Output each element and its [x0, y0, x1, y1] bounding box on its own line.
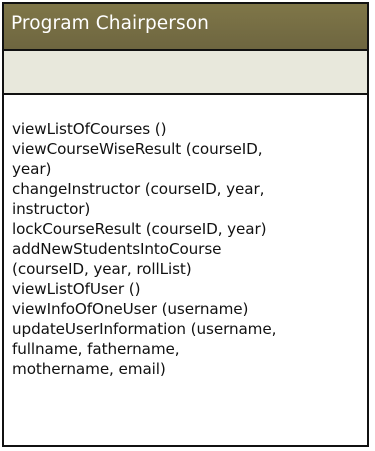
operation-line: lockCourseResult (courseID, year) — [12, 220, 267, 238]
operation-line: viewListOfCourses () — [12, 120, 167, 138]
operation-line: (courseID, year, rollList) — [12, 260, 192, 278]
operation-line: instructor) — [12, 200, 91, 218]
operation-line: viewCourseWiseResult (courseID, — [12, 140, 263, 158]
class-name: Program Chairperson — [11, 13, 209, 34]
operations-compartment: viewListOfCourses () viewCourseWiseResul… — [4, 95, 367, 445]
operation-line: viewInfoOfOneUser (username) — [12, 300, 249, 318]
operation-line: fullname, fathername, — [12, 340, 180, 358]
operation-line: addNewStudentsIntoCourse — [12, 240, 222, 258]
operations-list: viewListOfCourses () viewCourseWiseResul… — [12, 119, 276, 379]
operation-line: changeInstructor (courseID, year, — [12, 180, 265, 198]
operation-line: updateUserInformation (username, — [12, 320, 277, 338]
class-name-compartment: Program Chairperson — [4, 4, 367, 51]
uml-class-box: Program Chairperson viewListOfCourses ()… — [2, 2, 369, 447]
operation-line: year) — [12, 160, 52, 178]
operation-line: viewListOfUser () — [12, 280, 141, 298]
operation-line: mothername, email) — [12, 360, 166, 378]
attributes-compartment — [4, 51, 367, 95]
